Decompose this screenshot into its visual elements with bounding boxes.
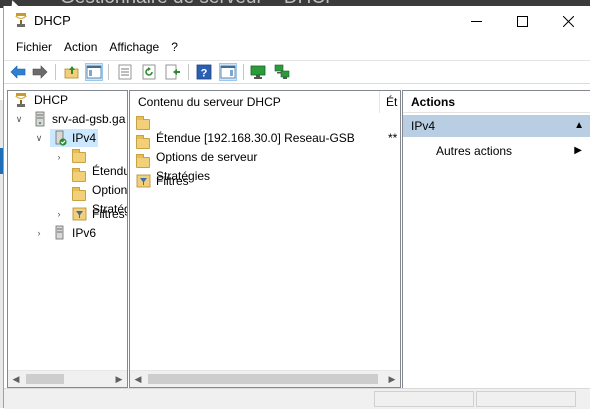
svg-text:?: ?: [201, 68, 208, 80]
list-item[interactable]: Stratégies: [130, 153, 400, 183]
scroll-left-icon[interactable]: ◀: [8, 371, 24, 387]
toolbar-separator: [188, 64, 189, 80]
dhcp-window: DHCP Fichier Action Affichage ? ? DHCP ∨…: [3, 6, 590, 409]
dhcp-app-icon: [15, 13, 27, 27]
menu-affichage[interactable]: Affichage: [103, 37, 165, 57]
close-button[interactable]: [545, 6, 590, 36]
help-button[interactable]: ?: [196, 64, 212, 80]
column-header-name[interactable]: Contenu du serveur DHCP: [130, 91, 380, 113]
tree-node-options[interactable]: Option: [8, 167, 127, 197]
ipv4-server-check-icon: [55, 130, 67, 146]
action-pane-icon: [220, 65, 236, 79]
properties-icon: [118, 64, 132, 80]
scroll-right-icon[interactable]: ▶: [384, 371, 400, 387]
show-hide-console-tree-button[interactable]: [85, 63, 103, 81]
forward-button[interactable]: [32, 64, 48, 80]
up-level-button[interactable]: [64, 64, 80, 80]
tree-horizontal-scrollbar[interactable]: ◀ ▶: [8, 370, 127, 387]
toolbar: ?: [4, 60, 590, 84]
list-item-name: Filtres: [156, 174, 189, 188]
console-tree-icon: [86, 65, 102, 79]
tree-label-dhcp: DHCP: [34, 93, 69, 107]
forward-arrow-icon: [32, 65, 48, 79]
folder-icon: [72, 149, 86, 163]
tree-label-ipv4: IPv4: [72, 131, 97, 145]
list-item[interactable]: Options de serveur: [130, 134, 400, 164]
export-list-icon: [165, 64, 180, 80]
expand-chevron-down-icon[interactable]: ∨: [34, 129, 44, 147]
status-bar: [4, 388, 590, 409]
display-statistics-button[interactable]: [250, 64, 266, 80]
tree-label-filters: Filtres: [92, 207, 125, 221]
minimize-icon: [470, 20, 482, 22]
console-tree[interactable]: DHCP ∨ srv-ad-gsb.ga ∨ IPv4 › Étendu Opt…: [7, 90, 128, 388]
folder-icon: [136, 116, 150, 130]
maximize-button[interactable]: [499, 6, 545, 36]
maximize-icon: [516, 15, 528, 27]
menu-help[interactable]: ?: [165, 37, 184, 57]
submenu-arrow-icon: ▶: [574, 145, 582, 156]
export-list-button[interactable]: [165, 64, 181, 80]
tree-node-etendue[interactable]: › Étendu: [8, 148, 127, 178]
results-horizontal-scrollbar[interactable]: ◀ ▶: [130, 370, 400, 387]
minimize-button[interactable]: [453, 6, 499, 36]
status-cell: [374, 391, 474, 407]
properties-button[interactable]: [117, 64, 133, 80]
toolbar-separator: [55, 64, 56, 80]
list-item[interactable]: Étendue [192.168.30.0] Reseau-GSB **: [130, 115, 400, 145]
refresh-button[interactable]: [141, 64, 157, 80]
filter-icon: [136, 174, 151, 188]
toolbar-separator: [108, 64, 109, 80]
expand-chevron-right-icon[interactable]: ›: [54, 148, 64, 166]
status-cell: [476, 391, 576, 407]
folder-up-icon: [64, 66, 79, 79]
results-pane[interactable]: Contenu du serveur DHCP Ét Étendue [192.…: [129, 90, 401, 388]
close-icon: [562, 15, 574, 27]
toolbar-separator: [243, 64, 244, 80]
monitor-icon: [250, 65, 266, 79]
collapse-triangle-icon[interactable]: ▲: [574, 115, 584, 137]
back-arrow-icon: [10, 65, 26, 79]
scroll-thumb[interactable]: [148, 374, 378, 384]
action-item-label: Autres actions: [436, 144, 513, 158]
network-computers-icon: [274, 64, 290, 79]
expand-chevron-right-icon[interactable]: ›: [54, 205, 64, 223]
expand-chevron-down-icon[interactable]: ∨: [14, 110, 24, 128]
dhcp-trophy-icon: [15, 93, 27, 107]
actions-pane: Actions IPv4 ▲ Autres actions ▶: [402, 90, 590, 409]
server-connections-button[interactable]: [274, 64, 290, 80]
server-icon: [35, 111, 45, 127]
menu-action[interactable]: Action: [58, 37, 103, 57]
tree-label-etendue: Étendu: [92, 164, 128, 178]
window-title: DHCP: [34, 13, 71, 28]
folder-icon: [136, 135, 150, 149]
refresh-icon: [142, 64, 156, 80]
title-bar[interactable]: DHCP: [4, 6, 590, 36]
scroll-right-icon[interactable]: ▶: [111, 371, 127, 387]
tree-label-server: srv-ad-gsb.ga: [52, 112, 126, 126]
ipv6-server-icon: [55, 225, 64, 240]
folder-icon: [136, 154, 150, 168]
menu-fichier[interactable]: Fichier: [10, 37, 58, 57]
filter-icon: [72, 207, 87, 221]
scroll-left-icon[interactable]: ◀: [130, 371, 146, 387]
actions-title: Actions: [403, 91, 590, 113]
folder-icon: [72, 168, 86, 182]
action-autres-actions[interactable]: Autres actions ▶: [403, 141, 590, 161]
menu-bar: Fichier Action Affichage ?: [4, 37, 590, 57]
scroll-thumb[interactable]: [26, 374, 64, 384]
folder-icon: [72, 187, 86, 201]
column-header-status[interactable]: Ét: [380, 91, 400, 113]
actions-section-ipv4[interactable]: IPv4 ▲: [403, 115, 590, 137]
tree-label-options: Option: [92, 183, 128, 197]
list-item[interactable]: Filtres: [130, 172, 400, 190]
expand-chevron-right-icon[interactable]: ›: [34, 224, 44, 242]
tree-node-strategies[interactable]: Stratég: [8, 186, 127, 216]
tree-label-ipv6: IPv6: [72, 226, 97, 240]
help-icon: ?: [196, 64, 212, 80]
show-hide-action-pane-button[interactable]: [219, 63, 237, 81]
actions-section-label: IPv4: [411, 119, 436, 133]
back-button[interactable]: [10, 64, 26, 80]
